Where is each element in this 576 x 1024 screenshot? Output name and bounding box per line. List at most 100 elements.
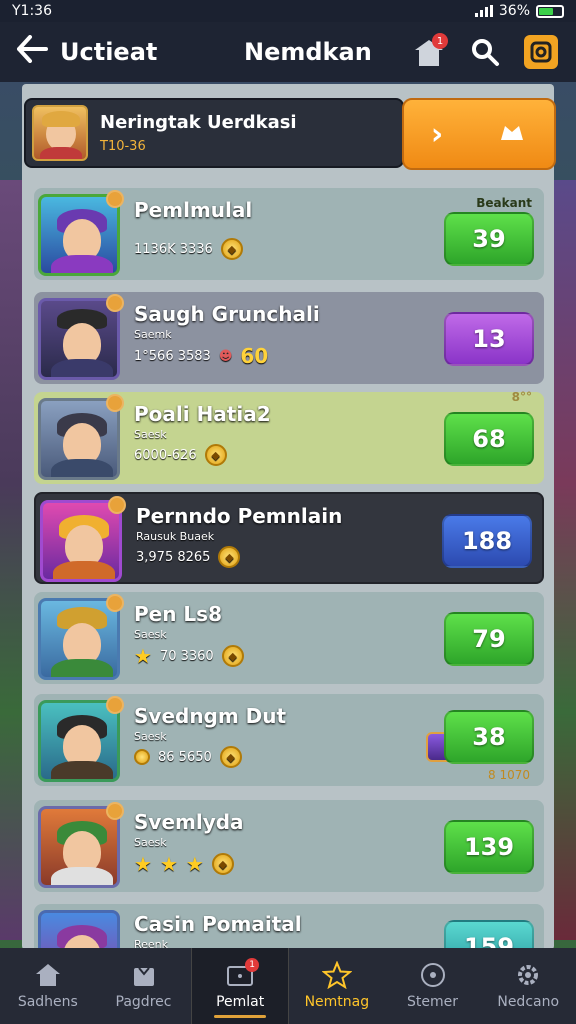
status-tag: 8°°	[511, 390, 532, 404]
status-tag: Beakant	[476, 196, 532, 210]
player-name: Casin Pomaital	[134, 912, 302, 936]
header-left-title: Uctieat	[60, 38, 158, 66]
search-button[interactable]	[466, 33, 504, 71]
notification-badge: 1	[245, 958, 260, 972]
score-button[interactable]: 38	[444, 710, 534, 764]
player-name: Pernndo Pemnlain	[136, 504, 343, 528]
home-icon	[33, 962, 63, 988]
leaderboard-row[interactable]: Saugh Grunchali Saemk 1°566 3583 ☻ 60 13	[34, 292, 544, 384]
player-sub: Saesk	[134, 428, 167, 441]
nav-item-home[interactable]: Sadhens	[0, 948, 96, 1024]
player-stats: ★ ★ ★ ◆	[134, 852, 234, 876]
featured-subtitle: T10-36	[100, 139, 146, 154]
player-stats: 1136K 3336 ◆	[134, 238, 243, 260]
rank-medal-icon	[106, 294, 124, 312]
nav-item-inbox[interactable]: 1 Pemlat	[191, 948, 290, 1024]
score-button[interactable]: 68	[444, 412, 534, 466]
coin-icon	[134, 749, 150, 765]
player-sub: Saesk	[134, 628, 167, 641]
coin-icon: ◆	[219, 746, 242, 768]
signal-icon	[474, 5, 493, 17]
leaderboard-row[interactable]: Casin Pomaital Reenk 159	[34, 904, 544, 948]
star-icon: ★	[134, 644, 152, 668]
rank-medal-icon	[106, 696, 124, 714]
nav-label: Sadhens	[17, 994, 78, 1010]
reward-tag: 8 1070	[488, 768, 530, 782]
star-icon: ★	[185, 852, 204, 876]
player-stats: 86 5650 ◆	[134, 746, 242, 768]
back-arrow-icon[interactable]	[16, 32, 60, 72]
background-scenery-right	[554, 180, 576, 940]
nav-item-favorites[interactable]: Nemtnag	[289, 948, 385, 1024]
chevron-right-icon: ›	[430, 116, 444, 152]
player-name: Svedngm Dut	[134, 704, 287, 728]
leaderboard-row[interactable]: Svemlyda Saesk ★ ★ ★ ◆ 139	[34, 800, 544, 892]
timer-icon	[418, 962, 448, 988]
score-button[interactable]: 159	[444, 920, 534, 948]
star-icon	[321, 961, 352, 989]
coin-icon: ◆	[220, 238, 243, 260]
featured-player-card[interactable]: Neringtak Uerdkasi T10-36	[24, 98, 404, 168]
leaderboard-row-current-player[interactable]: Pernndo Pemnlain Rausuk Buaek 3,975 8265…	[34, 492, 544, 584]
gear-icon	[513, 962, 543, 988]
camera-button[interactable]	[522, 33, 560, 71]
camera-icon	[524, 35, 558, 69]
featured-title: Neringtak Uerdkasi	[100, 112, 297, 133]
score-button[interactable]: 139	[444, 820, 534, 874]
score-button[interactable]: 13	[444, 312, 534, 366]
player-name: Saugh Grunchali	[134, 302, 320, 326]
player-sub: Saemk	[134, 328, 172, 341]
score-button[interactable]: 188	[442, 514, 532, 568]
coin-icon: ◆	[218, 546, 241, 568]
nav-item-settings[interactable]: Nedcano	[480, 948, 576, 1024]
inbox-icon: 1	[225, 958, 260, 988]
rank-medal-icon	[108, 496, 126, 514]
player-mini-icon: ☻	[218, 348, 233, 364]
leaderboard-row[interactable]: Svedngm Dut Saesk 86 5650 ◆ 38 8 1070	[34, 694, 544, 786]
star-icon: ★	[159, 852, 178, 876]
player-avatar	[38, 398, 120, 480]
star-icon: ★	[134, 852, 152, 876]
trophy-icon	[497, 117, 527, 152]
nav-item-timer[interactable]: Stemer	[385, 948, 481, 1024]
player-avatar	[38, 700, 120, 782]
score-button[interactable]: 39	[444, 212, 534, 266]
player-avatar	[38, 298, 120, 380]
player-sub: Saesk	[134, 836, 167, 849]
player-avatar	[32, 105, 88, 161]
nav-label: Stemer	[407, 994, 459, 1010]
player-name: Pemlmulal	[134, 198, 253, 222]
coin-icon: ◆	[204, 444, 227, 466]
player-avatar	[38, 910, 120, 948]
battery-icon	[536, 4, 564, 18]
player-avatar	[38, 598, 120, 680]
player-sub: Reenk	[134, 938, 169, 948]
nav-label: Pagdrec	[115, 994, 172, 1010]
player-avatar	[38, 806, 120, 888]
coin-icon: ◆	[221, 645, 244, 667]
player-sub: Saesk	[134, 730, 167, 743]
player-sub: Rausuk Buaek	[136, 530, 215, 543]
page-title: Nemdkan	[244, 38, 372, 66]
score-button[interactable]: 79	[444, 612, 534, 666]
status-bar: Y1:36 36%	[0, 0, 576, 22]
shop-button[interactable]: 1	[410, 33, 448, 71]
nav-item-bag[interactable]: Pagdrec	[96, 948, 192, 1024]
leaderboard-row[interactable]: Pen Ls8 Saesk ★ 70 3360 ◆ 79	[34, 592, 544, 684]
active-indicator	[214, 1015, 267, 1018]
rank-medal-icon	[106, 802, 124, 820]
status-time: Y1:36	[12, 3, 52, 19]
go-button[interactable]: ›	[402, 98, 556, 170]
nav-label: Pemlat	[216, 994, 265, 1010]
leaderboard-row[interactable]: Poali Hatia2 Saesk 6000-626 ◆ 8°° 68	[34, 390, 544, 484]
leaderboard-row[interactable]: Pemlmulal 1136K 3336 ◆ Beakant 39	[34, 188, 544, 280]
rank-medal-icon	[106, 190, 124, 208]
player-name: Svemlyda	[134, 810, 244, 834]
top-header: Uctieat Nemdkan 1	[0, 22, 576, 82]
coin-icon: ◆	[211, 853, 234, 875]
player-name: Poali Hatia2	[134, 402, 271, 426]
battery-percent: 36%	[498, 3, 530, 19]
player-avatar	[38, 194, 120, 276]
player-stats: ★ 70 3360 ◆	[134, 644, 244, 668]
rank-medal-icon	[106, 394, 124, 412]
